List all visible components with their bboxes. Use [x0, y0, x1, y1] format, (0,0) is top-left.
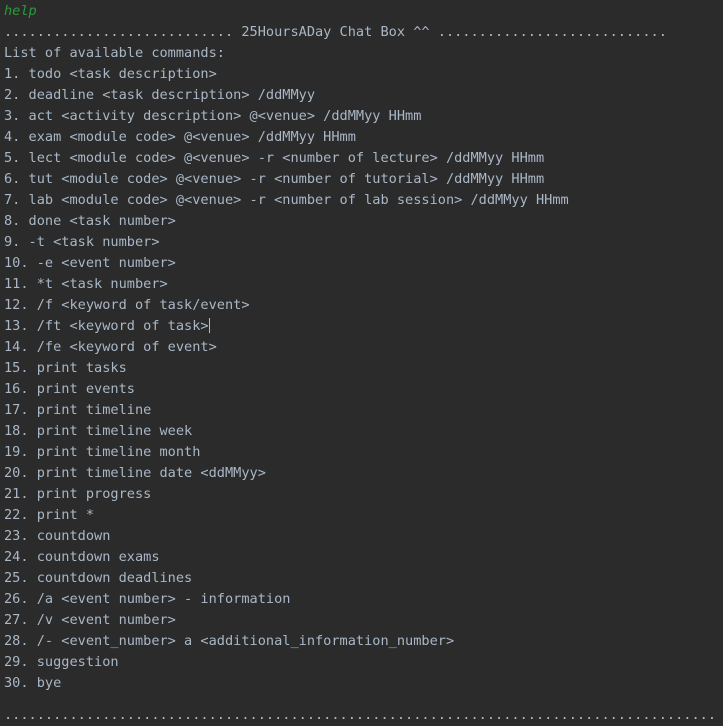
command-item: 1. todo <task description> — [4, 66, 217, 82]
command-item: 12. /f <keyword of task/event> — [4, 297, 250, 313]
separator-line-bottom: ........................................… — [4, 707, 717, 723]
command-item: 16. print events — [4, 381, 135, 397]
command-item: 25. countdown deadlines — [4, 570, 193, 586]
terminal-console[interactable]: ........................................… — [0, 0, 723, 726]
command-item: 5. lect <module code> @<venue> -r <numbe… — [4, 150, 545, 166]
command-item: 26. /a <event number> - information — [4, 591, 291, 607]
command-item: 4. exam <module code> @<venue> /ddMMyy H… — [4, 129, 356, 145]
command-item: 10. -e <event number> — [4, 255, 176, 271]
command-item: 14. /fe <keyword of event> — [4, 339, 217, 355]
console-line-stack: ........................................… — [4, 0, 719, 726]
command-item: 7. lab <module code> @<venue> -r <number… — [4, 192, 569, 208]
command-item: 29. suggestion — [4, 654, 119, 670]
command-item: 8. done <task number> — [4, 213, 176, 229]
command-item: 6. tut <module code> @<venue> -r <number… — [4, 171, 545, 187]
command-item-with-caret: 13. /ft <keyword of task> — [4, 316, 719, 337]
command-item: 20. print timeline date <ddMMyy> — [4, 465, 266, 481]
command-item: 9. -t <task number> — [4, 234, 160, 250]
command-item-text: 13. /ft <keyword of task> — [4, 318, 209, 334]
command-item: 23. countdown — [4, 528, 111, 544]
command-item: 2. deadline <task description> /ddMMyy — [4, 87, 315, 103]
chat-box-title-banner: ............................ 25HoursADay… — [4, 24, 667, 40]
command-item: 15. print tasks — [4, 360, 127, 376]
text-cursor-caret — [208, 318, 210, 333]
user-input-echo: help — [4, 3, 37, 19]
command-item: 17. print timeline — [4, 402, 152, 418]
command-item: 24. countdown exams — [4, 549, 160, 565]
command-list-heading: List of available commands: — [4, 45, 225, 61]
command-item: 27. /v <event number> — [4, 612, 176, 628]
command-item: 21. print progress — [4, 486, 152, 502]
command-item: 22. print * — [4, 507, 95, 523]
command-item: 3. act <activity description> @<venue> /… — [4, 108, 422, 124]
command-item: 11. *t <task number> — [4, 276, 168, 292]
command-item: 30. bye — [4, 675, 62, 691]
command-item: 18. print timeline week — [4, 423, 193, 439]
command-item: 19. print timeline month — [4, 444, 201, 460]
console-blank-space — [4, 694, 719, 705]
command-item: 28. /- <event_number> a <additional_info… — [4, 633, 455, 649]
